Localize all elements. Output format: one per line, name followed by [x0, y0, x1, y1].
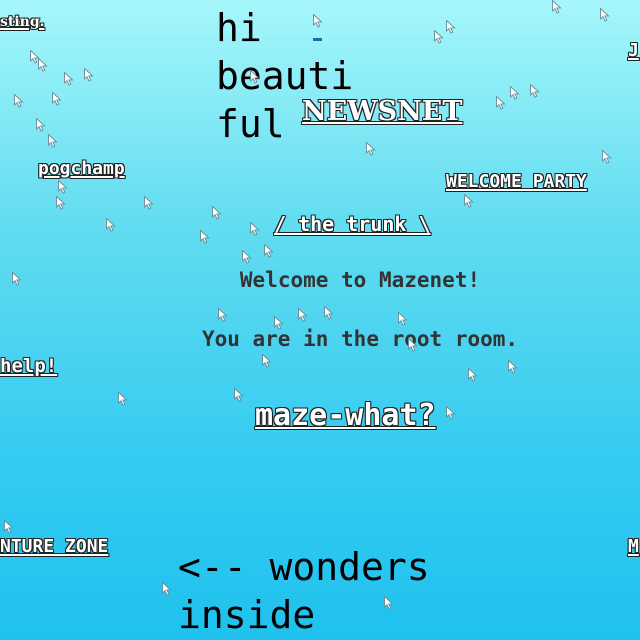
cursor-icon: [508, 360, 518, 374]
cursor-icon: [446, 20, 456, 34]
cursor-icon: [118, 392, 128, 406]
cursor-icon: [366, 142, 376, 156]
cursor-icon: [602, 150, 612, 164]
right-m-link[interactable]: M: [628, 536, 639, 557]
newsnet-link[interactable]: NEWSNET: [302, 96, 462, 127]
cursor-icon: [324, 306, 334, 320]
right-j-link[interactable]: J: [628, 40, 639, 61]
cursor-icon: [600, 8, 610, 22]
hi-line-1: hi: [216, 6, 262, 50]
the-trunk-link[interactable]: / the trunk \: [274, 212, 431, 236]
hi-line-2: beauti: [216, 54, 354, 98]
adventure-zone-link[interactable]: NTURE ZONE: [0, 536, 108, 557]
cursor-icon: [313, 14, 323, 28]
cursor-icon: [30, 50, 40, 64]
cursor-icon: [510, 86, 520, 100]
cursor-icon: [446, 406, 456, 420]
wonders-line-1: <-- wonders: [178, 545, 430, 589]
hi-line-3: ful: [216, 102, 285, 146]
cursor-icon: [200, 230, 210, 244]
cursor-icon: [262, 354, 272, 368]
cursor-icon: [218, 308, 228, 322]
cursor-icon: [84, 68, 94, 82]
cursor-icon: [48, 134, 58, 148]
cursor-icon: [162, 582, 172, 596]
cursor-icon: [434, 30, 444, 44]
cursor-icon: [530, 84, 540, 98]
cursor-icon: [552, 0, 562, 14]
cursor-icon: [250, 222, 260, 236]
cursor-icon: [64, 72, 74, 86]
cursor-icon: [4, 520, 14, 534]
cursor-icon: [144, 196, 154, 210]
help-link[interactable]: help!: [0, 355, 57, 377]
cursor-icon: [496, 96, 506, 110]
cursor-icon: [242, 250, 252, 264]
welcome-party-link[interactable]: WELCOME PARTY: [446, 171, 587, 192]
wonders-line-2: inside: [178, 593, 316, 637]
cursor-icon: [58, 180, 68, 194]
cursor-icon: [384, 596, 394, 610]
welcome-heading: Welcome to Mazenet!: [239, 268, 481, 292]
cursor-icon: [38, 58, 48, 72]
cursor-icon: [464, 194, 474, 208]
cursor-icon: [298, 308, 308, 322]
cursor-icon: [106, 218, 116, 232]
testing-link[interactable]: sting.: [0, 14, 45, 30]
cursor-icon: [56, 196, 66, 210]
cursor-icon: [212, 206, 222, 220]
cursor-icon: [398, 312, 408, 326]
maze-what-link[interactable]: maze-what?: [255, 398, 436, 433]
room-location-text: You are in the root room.: [201, 327, 519, 351]
pogchamp-link[interactable]: pogchamp: [38, 158, 125, 179]
cursor-icon: [14, 94, 24, 108]
cursor-icon: [36, 118, 46, 132]
cursor-icon: [234, 388, 244, 402]
cursor-icon: [264, 244, 274, 258]
cursor-icon: [468, 368, 478, 382]
text-caret: [313, 38, 322, 41]
cursor-icon: [52, 92, 62, 106]
